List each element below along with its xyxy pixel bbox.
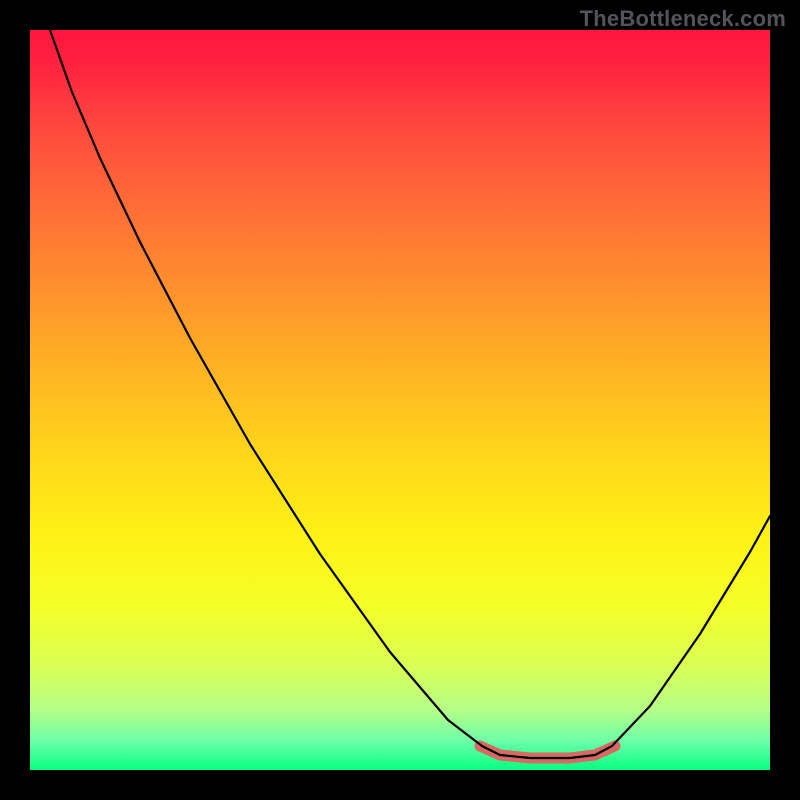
watermark-text: TheBottleneck.com [580,6,786,32]
chart-container: TheBottleneck.com [0,0,800,800]
optimal-range-highlight [480,746,615,758]
chart-svg [30,30,770,770]
bottleneck-curve [50,30,770,758]
plot-area [30,30,770,770]
